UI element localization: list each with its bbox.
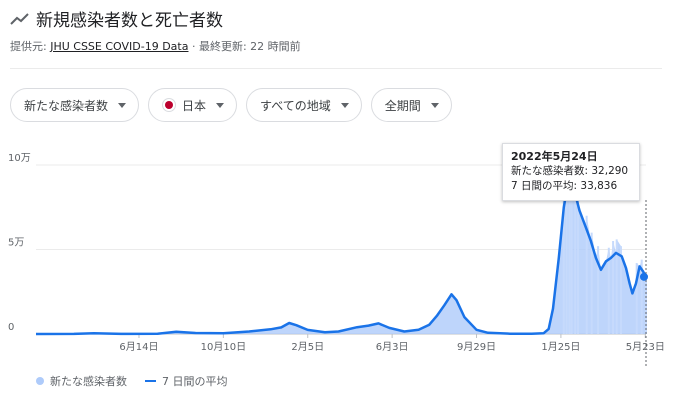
- x-tick-label: 10月10日: [201, 341, 246, 353]
- cases-chart[interactable]: 0 5万 10万 6月14日 10月10日 2月5日 6月3日 9月29日 1月25日 5月23日: [0, 0, 676, 413]
- x-tick-label: 6月14日: [119, 341, 158, 353]
- hover-point: [640, 272, 648, 281]
- tooltip-date: 2022年5月24日: [511, 150, 598, 163]
- chart-legend: 新たな感染者数 7 日間の平均: [36, 373, 228, 389]
- tooltip-average: 7 日間の平均: 33,836: [511, 180, 618, 192]
- x-tick-label: 6月3日: [376, 341, 409, 353]
- tooltip-daily: 新たな感染者数: 32,290: [511, 165, 629, 177]
- y-tick-label: 10万: [8, 153, 31, 164]
- chart-tooltip: 2022年5月24日 新たな感染者数: 32,290 7 日間の平均: 33,8…: [502, 143, 640, 201]
- x-tick-label: 1月25日: [541, 341, 580, 353]
- x-tick-label: 9月29日: [457, 341, 496, 353]
- legend-daily-marker: [36, 377, 44, 385]
- y-tick-label: 5万: [8, 238, 24, 249]
- y-tick-label: 0: [8, 322, 14, 333]
- x-tick-label: 2月5日: [291, 341, 324, 353]
- legend-daily-label: 新たな感染者数: [50, 375, 127, 388]
- legend-average-label: 7 日間の平均: [162, 375, 228, 388]
- legend-average-marker: [145, 380, 156, 382]
- x-tick-label: 5月23日: [626, 341, 665, 353]
